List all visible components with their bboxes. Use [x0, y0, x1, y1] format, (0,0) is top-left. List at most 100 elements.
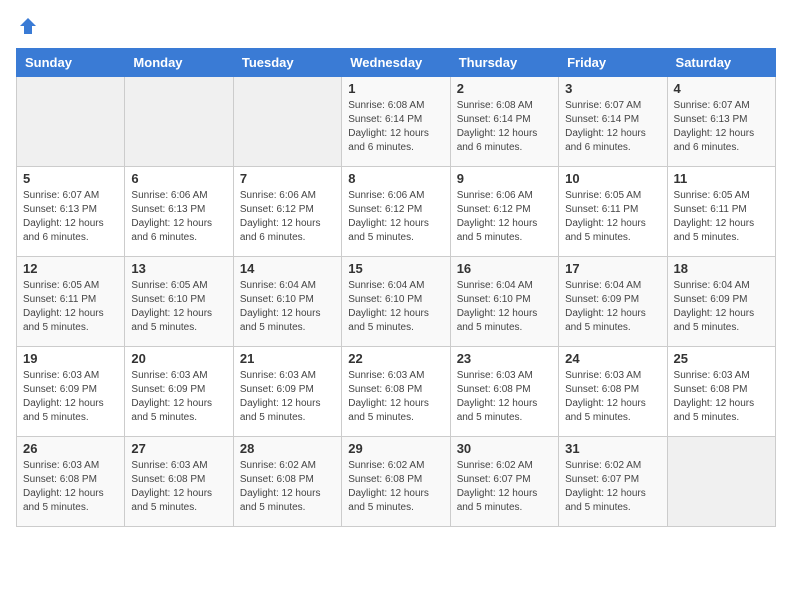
day-info: Sunrise: 6:02 AMSunset: 6:07 PMDaylight:…	[565, 459, 660, 515]
day-info: Sunrise: 6:07 AMSunset: 6:14 PMDaylight:…	[565, 99, 660, 155]
day-number: 25	[674, 351, 769, 366]
calendar-week-row: 12 Sunrise: 6:05 AMSunset: 6:11 PMDayligh…	[17, 257, 776, 347]
day-number: 13	[131, 261, 226, 276]
day-number: 3	[565, 81, 660, 96]
day-number: 6	[131, 171, 226, 186]
calendar-cell: 1 Sunrise: 6:08 AMSunset: 6:14 PMDaylight…	[342, 77, 450, 167]
day-number: 24	[565, 351, 660, 366]
calendar-week-row: 5 Sunrise: 6:07 AMSunset: 6:13 PMDaylight…	[17, 167, 776, 257]
weekday-header-sunday: Sunday	[17, 49, 125, 77]
calendar-cell: 8 Sunrise: 6:06 AMSunset: 6:12 PMDaylight…	[342, 167, 450, 257]
day-info: Sunrise: 6:08 AMSunset: 6:14 PMDaylight:…	[457, 99, 552, 155]
day-info: Sunrise: 6:03 AMSunset: 6:08 PMDaylight:…	[565, 369, 660, 425]
day-number: 11	[674, 171, 769, 186]
day-info: Sunrise: 6:07 AMSunset: 6:13 PMDaylight:…	[674, 99, 769, 155]
day-info: Sunrise: 6:05 AMSunset: 6:11 PMDaylight:…	[23, 279, 118, 335]
calendar-cell: 2 Sunrise: 6:08 AMSunset: 6:14 PMDaylight…	[450, 77, 558, 167]
day-info: Sunrise: 6:03 AMSunset: 6:08 PMDaylight:…	[457, 369, 552, 425]
day-number: 29	[348, 441, 443, 456]
weekday-header-friday: Friday	[559, 49, 667, 77]
day-info: Sunrise: 6:03 AMSunset: 6:08 PMDaylight:…	[348, 369, 443, 425]
day-info: Sunrise: 6:03 AMSunset: 6:09 PMDaylight:…	[240, 369, 335, 425]
calendar-cell: 26 Sunrise: 6:03 AMSunset: 6:08 PMDayligh…	[17, 437, 125, 527]
calendar-cell: 25 Sunrise: 6:03 AMSunset: 6:08 PMDayligh…	[667, 347, 775, 437]
day-number: 18	[674, 261, 769, 276]
calendar-week-row: 26 Sunrise: 6:03 AMSunset: 6:08 PMDayligh…	[17, 437, 776, 527]
day-info: Sunrise: 6:04 AMSunset: 6:09 PMDaylight:…	[674, 279, 769, 335]
weekday-header-tuesday: Tuesday	[233, 49, 341, 77]
day-number: 27	[131, 441, 226, 456]
day-info: Sunrise: 6:02 AMSunset: 6:08 PMDaylight:…	[240, 459, 335, 515]
day-number: 22	[348, 351, 443, 366]
calendar-cell: 4 Sunrise: 6:07 AMSunset: 6:13 PMDaylight…	[667, 77, 775, 167]
calendar-week-row: 19 Sunrise: 6:03 AMSunset: 6:09 PMDayligh…	[17, 347, 776, 437]
calendar-table: SundayMondayTuesdayWednesdayThursdayFrid…	[16, 48, 776, 527]
calendar-week-row: 1 Sunrise: 6:08 AMSunset: 6:14 PMDaylight…	[17, 77, 776, 167]
calendar-cell: 23 Sunrise: 6:03 AMSunset: 6:08 PMDayligh…	[450, 347, 558, 437]
day-number: 17	[565, 261, 660, 276]
day-number: 30	[457, 441, 552, 456]
day-number: 31	[565, 441, 660, 456]
weekday-header-thursday: Thursday	[450, 49, 558, 77]
calendar-cell: 27 Sunrise: 6:03 AMSunset: 6:08 PMDayligh…	[125, 437, 233, 527]
logo-icon	[18, 16, 38, 36]
day-number: 12	[23, 261, 118, 276]
calendar-cell: 11Sunrise: 6:05 AMSunset: 6:11 PMDayligh…	[667, 167, 775, 257]
calendar-cell: 24 Sunrise: 6:03 AMSunset: 6:08 PMDayligh…	[559, 347, 667, 437]
day-info: Sunrise: 6:02 AMSunset: 6:07 PMDaylight:…	[457, 459, 552, 515]
day-info: Sunrise: 6:04 AMSunset: 6:09 PMDaylight:…	[565, 279, 660, 335]
day-info: Sunrise: 6:03 AMSunset: 6:09 PMDaylight:…	[131, 369, 226, 425]
calendar-cell: 14Sunrise: 6:04 AMSunset: 6:10 PMDayligh…	[233, 257, 341, 347]
calendar-cell: 30 Sunrise: 6:02 AMSunset: 6:07 PMDayligh…	[450, 437, 558, 527]
day-info: Sunrise: 6:06 AMSunset: 6:13 PMDaylight:…	[131, 189, 226, 245]
calendar-cell: 18 Sunrise: 6:04 AMSunset: 6:09 PMDayligh…	[667, 257, 775, 347]
day-number: 2	[457, 81, 552, 96]
calendar-cell: 17 Sunrise: 6:04 AMSunset: 6:09 PMDayligh…	[559, 257, 667, 347]
day-number: 1	[348, 81, 443, 96]
calendar-cell: 20 Sunrise: 6:03 AMSunset: 6:09 PMDayligh…	[125, 347, 233, 437]
day-number: 23	[457, 351, 552, 366]
day-number: 19	[23, 351, 118, 366]
day-number: 4	[674, 81, 769, 96]
calendar-cell: 15 Sunrise: 6:04 AMSunset: 6:10 PMDayligh…	[342, 257, 450, 347]
weekday-header-monday: Monday	[125, 49, 233, 77]
calendar-cell: 31 Sunrise: 6:02 AMSunset: 6:07 PMDayligh…	[559, 437, 667, 527]
calendar-cell	[233, 77, 341, 167]
day-number: 15	[348, 261, 443, 276]
calendar-cell: 16 Sunrise: 6:04 AMSunset: 6:10 PMDayligh…	[450, 257, 558, 347]
day-info: Sunrise: 6:03 AMSunset: 6:09 PMDaylight:…	[23, 369, 118, 425]
day-info: Sunrise: 6:04 AMSunset: 6:10 PMDaylight:…	[348, 279, 443, 335]
day-info: Sunrise: 6:04 AMSunset: 6:10 PMDaylight:…	[457, 279, 552, 335]
day-number: 5	[23, 171, 118, 186]
day-number: 9	[457, 171, 552, 186]
day-info: Sunrise: 6:07 AMSunset: 6:13 PMDaylight:…	[23, 189, 118, 245]
weekday-header-wednesday: Wednesday	[342, 49, 450, 77]
calendar-cell	[667, 437, 775, 527]
calendar-cell: 21Sunrise: 6:03 AMSunset: 6:09 PMDayligh…	[233, 347, 341, 437]
day-number: 28	[240, 441, 335, 456]
day-info: Sunrise: 6:03 AMSunset: 6:08 PMDaylight:…	[131, 459, 226, 515]
day-info: Sunrise: 6:02 AMSunset: 6:08 PMDaylight:…	[348, 459, 443, 515]
calendar-cell	[17, 77, 125, 167]
calendar-cell: 22 Sunrise: 6:03 AMSunset: 6:08 PMDayligh…	[342, 347, 450, 437]
day-info: Sunrise: 6:03 AMSunset: 6:08 PMDaylight:…	[674, 369, 769, 425]
page-header	[16, 16, 776, 36]
day-info: Sunrise: 6:05 AMSunset: 6:11 PMDaylight:…	[565, 189, 660, 245]
day-number: 8	[348, 171, 443, 186]
calendar-cell: 5 Sunrise: 6:07 AMSunset: 6:13 PMDaylight…	[17, 167, 125, 257]
weekday-header-row: SundayMondayTuesdayWednesdayThursdayFrid…	[17, 49, 776, 77]
weekday-header-saturday: Saturday	[667, 49, 775, 77]
logo	[16, 16, 38, 36]
day-info: Sunrise: 6:08 AMSunset: 6:14 PMDaylight:…	[348, 99, 443, 155]
day-number: 26	[23, 441, 118, 456]
day-info: Sunrise: 6:06 AMSunset: 6:12 PMDaylight:…	[348, 189, 443, 245]
day-number: 7	[240, 171, 335, 186]
day-number: 16	[457, 261, 552, 276]
day-info: Sunrise: 6:03 AMSunset: 6:08 PMDaylight:…	[23, 459, 118, 515]
calendar-cell: 6 Sunrise: 6:06 AMSunset: 6:13 PMDaylight…	[125, 167, 233, 257]
calendar-cell: 12 Sunrise: 6:05 AMSunset: 6:11 PMDayligh…	[17, 257, 125, 347]
calendar-cell: 10Sunrise: 6:05 AMSunset: 6:11 PMDayligh…	[559, 167, 667, 257]
day-number: 20	[131, 351, 226, 366]
calendar-cell	[125, 77, 233, 167]
day-info: Sunrise: 6:06 AMSunset: 6:12 PMDaylight:…	[457, 189, 552, 245]
